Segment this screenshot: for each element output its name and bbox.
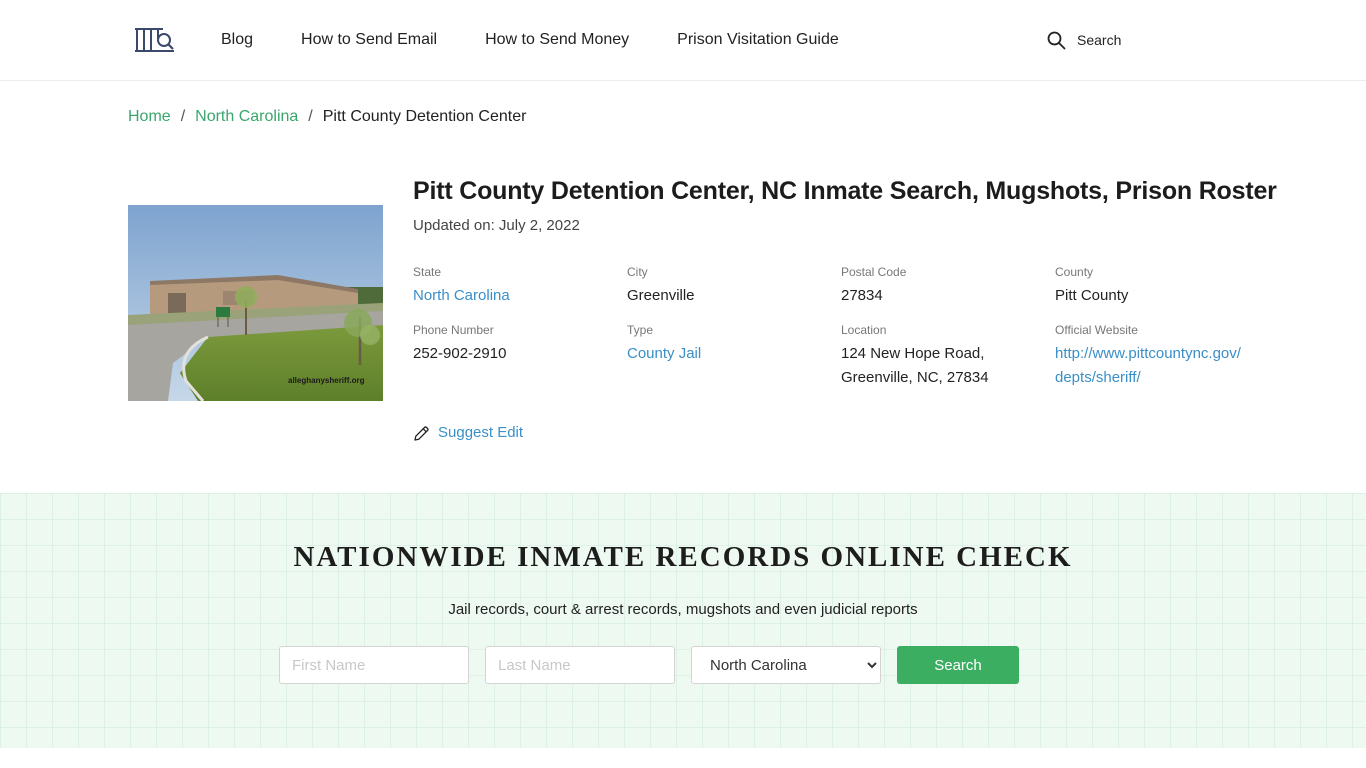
suggest-edit-label: Suggest Edit (438, 424, 524, 441)
info-type: Type County Jail (627, 322, 841, 390)
photo-watermark: alleghanysheriff.org (288, 376, 365, 385)
info-county-value: Pitt County (1055, 287, 1129, 304)
breadcrumb-separator: / (180, 108, 186, 125)
inmate-search-form: North Carolina Search (279, 646, 1019, 684)
info-phone: Phone Number 252-902-2910 (413, 322, 627, 390)
info-website-label: Official Website (1055, 323, 1138, 337)
header-search-button[interactable]: Search (1047, 30, 1121, 50)
nav-how-to-send-money[interactable]: How to Send Money (485, 30, 629, 50)
info-location-line1: 124 New Hope Road, (841, 345, 985, 362)
suggest-edit-link[interactable]: Suggest Edit (413, 423, 523, 443)
site-logo-icon[interactable] (134, 27, 174, 53)
info-website-link[interactable]: http://www.pittcountync.gov/depts/sherif… (1055, 342, 1245, 390)
info-phone-label: Phone Number (413, 323, 494, 337)
facility-photo-image: alleghanysheriff.org (128, 205, 383, 401)
info-website: Official Website http://www.pittcountync… (1055, 322, 1245, 390)
info-city-label: City (627, 265, 648, 279)
last-name-input[interactable] (485, 646, 675, 684)
info-location: Location 124 New Hope Road, Greenville, … (841, 322, 1055, 390)
info-city-value: Greenville (627, 287, 695, 304)
facility-info-grid: State North Carolina City Greenville Pos… (413, 264, 1273, 390)
info-location-label: Location (841, 323, 887, 337)
nav-blog[interactable]: Blog (221, 30, 253, 50)
site-header: Blog How to Send Email How to Send Money… (0, 0, 1366, 81)
info-postal-code: Postal Code 27834 (841, 264, 1055, 308)
info-state-label: State (413, 265, 442, 279)
info-postal-code-label: Postal Code (841, 265, 907, 279)
page-title: Pitt County Detention Center, NC Inmate … (413, 177, 1277, 205)
breadcrumb-state[interactable]: North Carolina (195, 107, 298, 127)
search-icon (1047, 31, 1066, 49)
info-postal-code-value: 27834 (841, 287, 883, 304)
info-county-label: County (1055, 265, 1094, 279)
info-type-link[interactable]: County Jail (627, 342, 841, 366)
search-button[interactable]: Search (897, 646, 1019, 684)
info-city: City Greenville (627, 264, 841, 308)
breadcrumb-home[interactable]: Home (128, 107, 171, 127)
info-state-link[interactable]: North Carolina (413, 284, 627, 308)
info-location-line2: Greenville, NC, 27834 (841, 369, 989, 386)
info-county: County Pitt County (1055, 264, 1245, 308)
main-nav: Blog How to Send Email How to Send Money… (221, 30, 839, 50)
info-state: State North Carolina (413, 264, 627, 308)
first-name-input[interactable] (279, 646, 469, 684)
nav-how-to-send-email[interactable]: How to Send Email (301, 30, 437, 50)
nationwide-title: NATIONWIDE INMATE RECORDS ONLINE CHECK (293, 541, 1073, 573)
nationwide-search-section (0, 493, 1366, 748)
nationwide-subtitle: Jail records, court & arrest records, mu… (448, 601, 918, 618)
updated-date: Updated on: July 2, 2022 (413, 217, 580, 234)
facility-photo: alleghanysheriff.org (128, 205, 383, 401)
state-select[interactable]: North Carolina (691, 646, 881, 684)
breadcrumb: Home / North Carolina / Pitt County Dete… (128, 107, 526, 127)
info-type-label: Type (627, 323, 654, 337)
pencil-icon (414, 425, 429, 441)
breadcrumb-separator: / (308, 108, 313, 125)
info-phone-value: 252-902-2910 (413, 345, 507, 362)
breadcrumb-current: Pitt County Detention Center (322, 108, 527, 125)
header-search-label: Search (1077, 32, 1122, 48)
nav-prison-visitation-guide[interactable]: Prison Visitation Guide (677, 30, 839, 50)
